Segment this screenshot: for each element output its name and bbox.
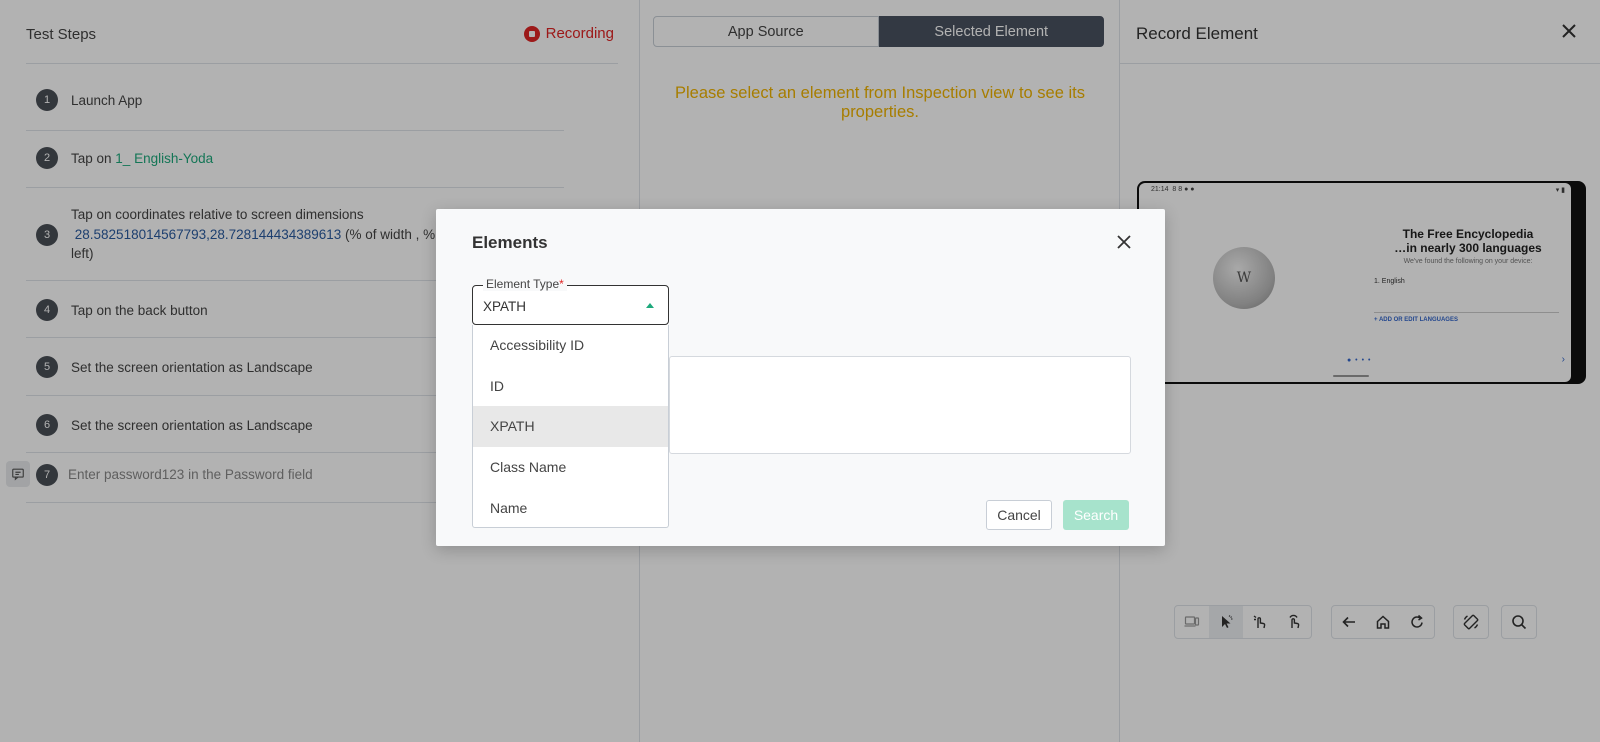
option-accessibility-id[interactable]: Accessibility ID: [473, 325, 668, 366]
field-label: Element Type*: [483, 277, 567, 291]
search-button[interactable]: Search: [1063, 500, 1129, 530]
element-type-options: Accessibility ID ID XPATH Class Name Nam…: [472, 325, 669, 528]
element-type-select[interactable]: Element Type* XPATH: [472, 277, 669, 325]
locator-value-input[interactable]: [669, 356, 1131, 454]
elements-dialog: Elements Element Type* XPATH Accessibili…: [436, 209, 1165, 546]
option-id[interactable]: ID: [473, 366, 668, 407]
dialog-title: Elements: [472, 233, 548, 252]
required-mark: *: [559, 277, 564, 291]
select-value: XPATH: [483, 299, 527, 314]
close-icon[interactable]: [1113, 231, 1135, 253]
caret-up-icon[interactable]: [646, 303, 654, 308]
cancel-button[interactable]: Cancel: [986, 500, 1052, 530]
option-name[interactable]: Name: [473, 487, 668, 528]
option-xpath[interactable]: XPATH: [473, 406, 668, 447]
option-class-name[interactable]: Class Name: [473, 447, 668, 488]
